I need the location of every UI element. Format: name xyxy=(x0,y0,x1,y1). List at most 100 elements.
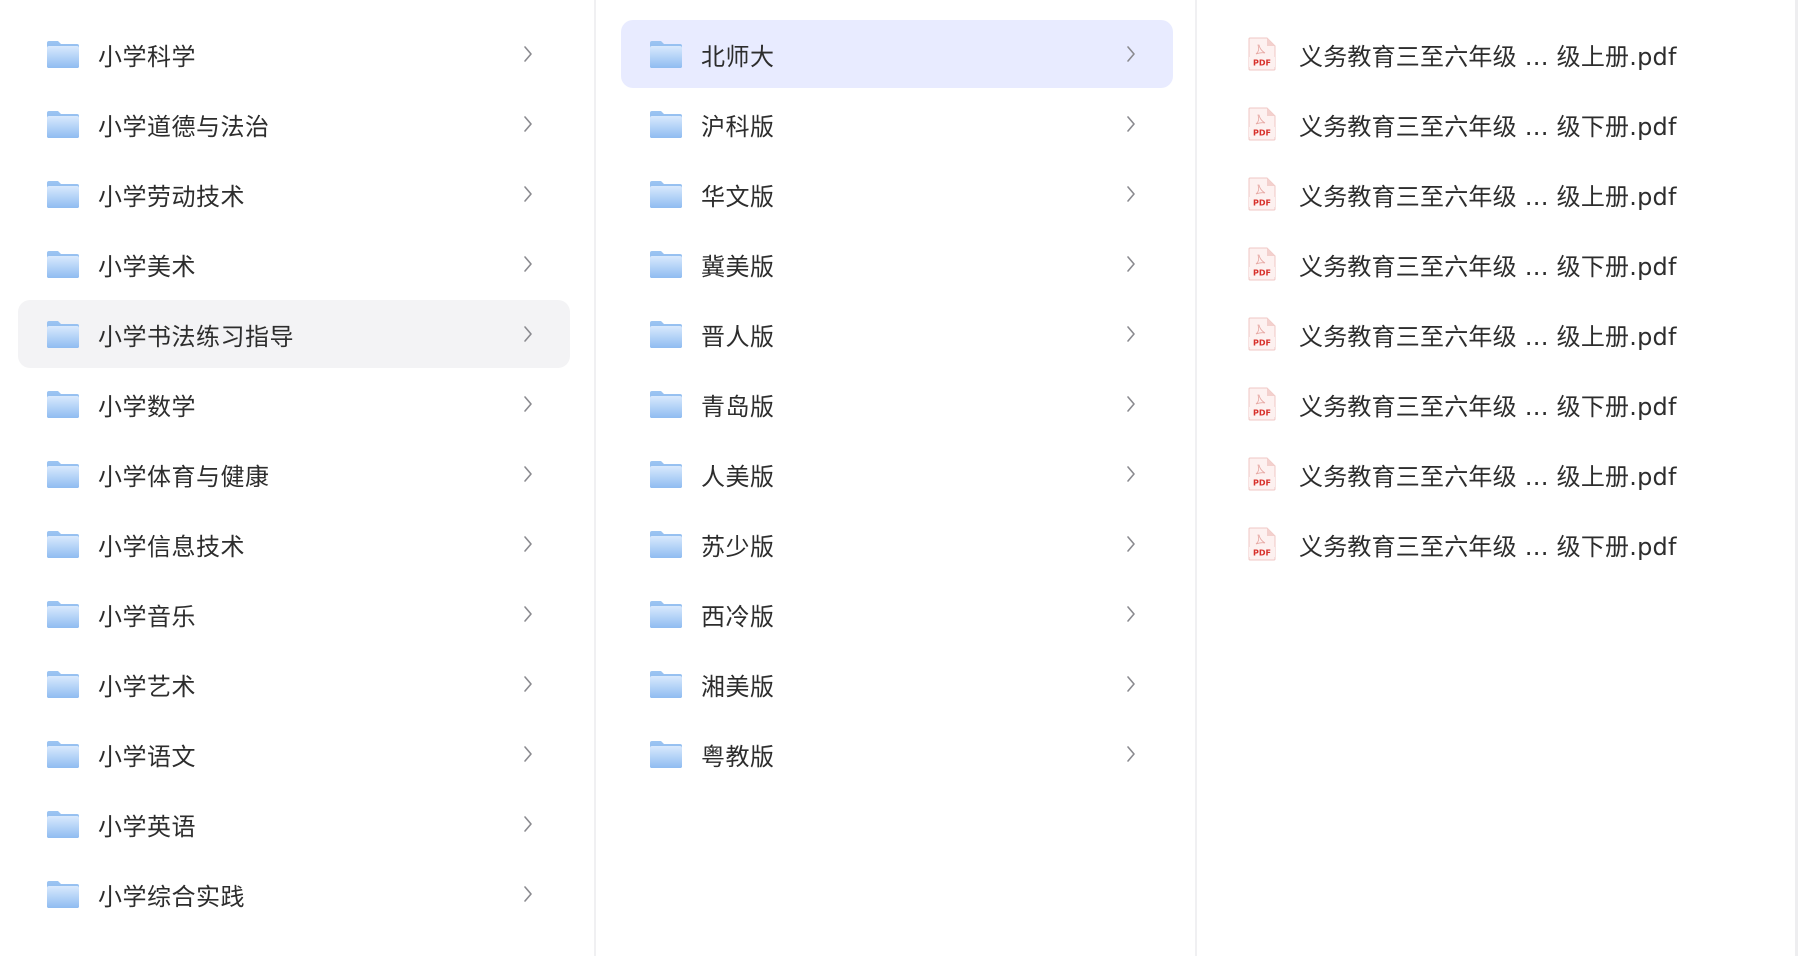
chevron-right-icon xyxy=(1125,394,1137,414)
file-item[interactable]: PDF 义务教育三至六年级 … 级下册.pdf xyxy=(1223,90,1743,158)
folder-item[interactable]: 冀美版 xyxy=(621,230,1173,298)
svg-text:PDF: PDF xyxy=(1253,269,1271,278)
chevron-right-icon xyxy=(1125,674,1137,694)
folder-icon xyxy=(649,389,683,419)
chevron-right-icon xyxy=(1125,604,1137,624)
folder-icon xyxy=(649,459,683,489)
folder-icon xyxy=(649,249,683,279)
pdf-file-icon: PDF xyxy=(1247,457,1277,491)
folder-item[interactable]: 小学道德与法治 xyxy=(18,90,570,158)
folder-name: 西冷版 xyxy=(701,602,775,631)
folder-name: 粤教版 xyxy=(701,742,775,771)
folder-item[interactable]: 小学美术 xyxy=(18,230,570,298)
chevron-right-icon xyxy=(522,254,534,274)
folder-item[interactable]: 小学体育与健康 xyxy=(18,440,570,508)
svg-text:PDF: PDF xyxy=(1253,129,1271,138)
pdf-file-icon: PDF xyxy=(1247,247,1277,281)
pdf-file-icon: PDF xyxy=(1247,317,1277,351)
file-column: PDF 义务教育三至六年级 … 级上册.pdf PDF 义务教育三至六年级 … … xyxy=(1195,0,1796,956)
folder-item[interactable]: 晋人版 xyxy=(621,300,1173,368)
folder-icon xyxy=(46,39,80,69)
folder-icon xyxy=(46,879,80,909)
folder-item[interactable]: 小学书法练习指导 xyxy=(18,300,570,368)
folder-item[interactable]: 人美版 xyxy=(621,440,1173,508)
folder-name: 小学艺术 xyxy=(98,672,196,701)
svg-text:PDF: PDF xyxy=(1253,59,1271,68)
pdf-file-icon: PDF xyxy=(1247,177,1277,211)
chevron-right-icon xyxy=(522,324,534,344)
folder-item[interactable]: 小学艺术 xyxy=(18,650,570,718)
folder-item[interactable]: 小学数学 xyxy=(18,370,570,438)
chevron-right-icon xyxy=(1125,184,1137,204)
folder-icon xyxy=(649,529,683,559)
folder-item[interactable]: 苏少版 xyxy=(621,510,1173,578)
chevron-right-icon xyxy=(1125,534,1137,554)
folder-item[interactable]: 小学英语 xyxy=(18,790,570,858)
file-item[interactable]: PDF 义务教育三至六年级 … 级上册.pdf xyxy=(1223,20,1743,88)
folder-name: 沪科版 xyxy=(701,112,775,141)
folder-item[interactable]: 小学综合实践 xyxy=(18,860,570,928)
folder-icon xyxy=(46,249,80,279)
file-name: 义务教育三至六年级 … 级下册.pdf xyxy=(1299,112,1677,141)
folder-name: 小学信息技术 xyxy=(98,532,245,561)
column-browser: 小学科学 小学道德与法治 小学劳动技术 小学美术 小学书法练习指导 小学数学 小… xyxy=(0,0,1798,956)
chevron-right-icon xyxy=(522,814,534,834)
folder-name: 华文版 xyxy=(701,182,775,211)
svg-text:PDF: PDF xyxy=(1253,479,1271,488)
file-item[interactable]: PDF 义务教育三至六年级 … 级下册.pdf xyxy=(1223,510,1743,578)
folder-name: 青岛版 xyxy=(701,392,775,421)
chevron-right-icon xyxy=(1125,254,1137,274)
folder-icon xyxy=(649,599,683,629)
file-item[interactable]: PDF 义务教育三至六年级 … 级上册.pdf xyxy=(1223,160,1743,228)
folder-item[interactable]: 小学语文 xyxy=(18,720,570,788)
chevron-right-icon xyxy=(1125,44,1137,64)
folder-name: 人美版 xyxy=(701,462,775,491)
chevron-right-icon xyxy=(522,674,534,694)
folder-item[interactable]: 粤教版 xyxy=(621,720,1173,788)
folder-name: 小学英语 xyxy=(98,812,196,841)
subject-column: 小学科学 小学道德与法治 小学劳动技术 小学美术 小学书法练习指导 小学数学 小… xyxy=(0,0,594,956)
folder-icon xyxy=(46,179,80,209)
folder-item[interactable]: 华文版 xyxy=(621,160,1173,228)
chevron-right-icon xyxy=(522,604,534,624)
folder-item[interactable]: 青岛版 xyxy=(621,370,1173,438)
pdf-file-icon: PDF xyxy=(1247,387,1277,421)
folder-icon xyxy=(649,109,683,139)
folder-icon xyxy=(649,179,683,209)
folder-item[interactable]: 西冷版 xyxy=(621,580,1173,648)
chevron-right-icon xyxy=(1125,464,1137,484)
folder-item[interactable]: 小学劳动技术 xyxy=(18,160,570,228)
file-item[interactable]: PDF 义务教育三至六年级 … 级下册.pdf xyxy=(1223,230,1743,298)
file-name: 义务教育三至六年级 … 级下册.pdf xyxy=(1299,392,1677,421)
folder-name: 湘美版 xyxy=(701,672,775,701)
folder-name: 苏少版 xyxy=(701,532,775,561)
folder-name: 小学劳动技术 xyxy=(98,182,245,211)
folder-icon xyxy=(649,39,683,69)
file-name: 义务教育三至六年级 … 级下册.pdf xyxy=(1299,252,1677,281)
folder-icon xyxy=(46,669,80,699)
folder-item[interactable]: 小学音乐 xyxy=(18,580,570,648)
publisher-column: 北师大 沪科版 华文版 冀美版 晋人版 青岛版 人美版 苏少版 西冷版 湘美版 … xyxy=(594,0,1195,956)
folder-name: 冀美版 xyxy=(701,252,775,281)
pdf-file-icon: PDF xyxy=(1247,37,1277,71)
folder-item[interactable]: 沪科版 xyxy=(621,90,1173,158)
folder-name: 小学美术 xyxy=(98,252,196,281)
folder-icon xyxy=(46,529,80,559)
folder-name: 北师大 xyxy=(701,42,775,71)
folder-name: 小学数学 xyxy=(98,392,196,421)
file-item[interactable]: PDF 义务教育三至六年级 … 级上册.pdf xyxy=(1223,440,1743,508)
file-item[interactable]: PDF 义务教育三至六年级 … 级下册.pdf xyxy=(1223,370,1743,438)
pdf-file-icon: PDF xyxy=(1247,107,1277,141)
chevron-right-icon xyxy=(522,114,534,134)
folder-item[interactable]: 小学科学 xyxy=(18,20,570,88)
folder-name: 小学书法练习指导 xyxy=(98,322,294,351)
folder-item[interactable]: 湘美版 xyxy=(621,650,1173,718)
folder-item[interactable]: 小学信息技术 xyxy=(18,510,570,578)
folder-name: 小学道德与法治 xyxy=(98,112,270,141)
chevron-right-icon xyxy=(522,884,534,904)
folder-item[interactable]: 北师大 xyxy=(621,20,1173,88)
folder-icon xyxy=(46,319,80,349)
folder-name: 晋人版 xyxy=(701,322,775,351)
file-item[interactable]: PDF 义务教育三至六年级 … 级上册.pdf xyxy=(1223,300,1743,368)
chevron-right-icon xyxy=(522,744,534,764)
